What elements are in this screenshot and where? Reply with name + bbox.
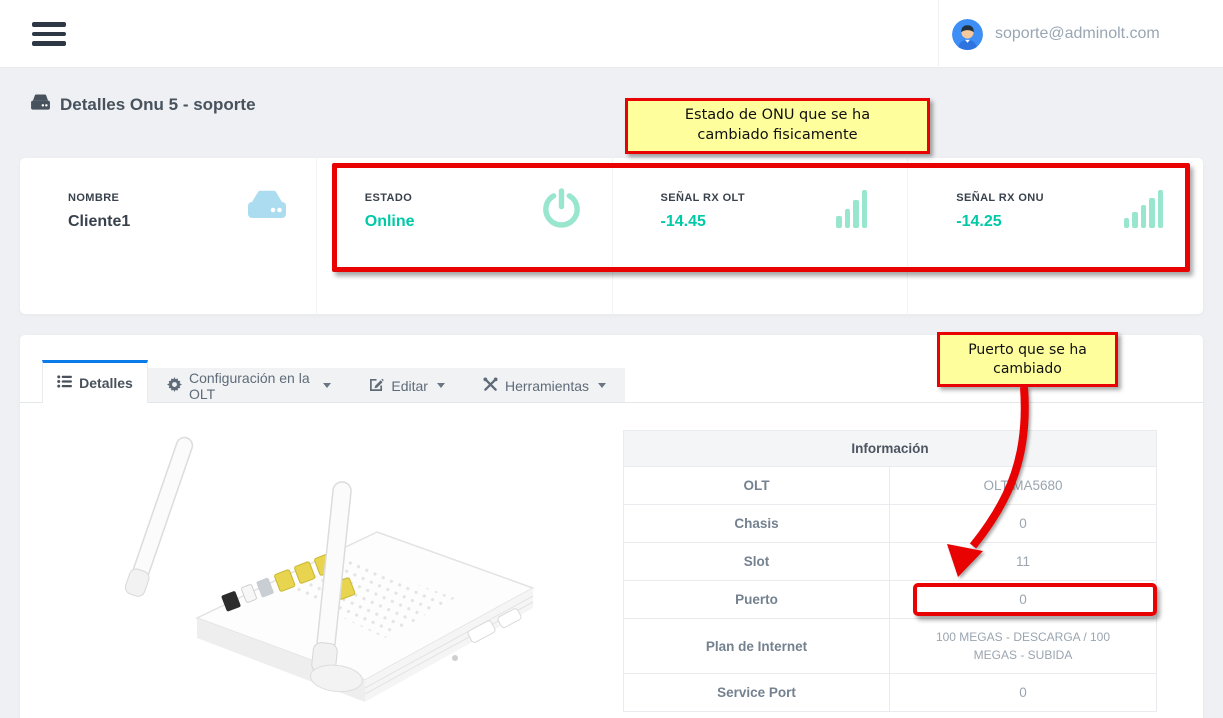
user-menu[interactable]: soporte@adminolt.com xyxy=(952,0,1160,68)
row-label: Service Port xyxy=(624,674,890,711)
onu-details-page: soporte@adminolt.com Detalles Onu 5 - so… xyxy=(0,0,1223,718)
page-title: Detalles Onu 5 - soporte xyxy=(60,95,256,115)
tab-label: Detalles xyxy=(79,375,133,391)
row-label: OLT xyxy=(624,467,890,504)
stat-nombre: NOMBRE Cliente1 xyxy=(20,158,316,314)
gear-icon xyxy=(167,377,182,395)
table-row-puerto: Puerto 0 xyxy=(624,581,1156,619)
tab-bottom-border xyxy=(20,402,1203,403)
stat-senal-rx-onu: SEÑAL RX ONU -14.25 xyxy=(907,158,1203,314)
server-icon xyxy=(30,94,51,116)
tab-label: Configuración en la OLT xyxy=(189,370,314,402)
row-label: Slot xyxy=(624,543,890,580)
note-line: Estado de ONU que se ha xyxy=(628,106,927,126)
navbar-divider xyxy=(938,0,939,68)
informacion-table: Información OLT OLT MA5680 Chasis 0 Slot… xyxy=(623,430,1157,712)
chevron-down-icon xyxy=(323,383,331,388)
table-row-chasis: Chasis 0 xyxy=(624,505,1156,543)
tab-editar[interactable]: Editar xyxy=(350,368,464,403)
rx-onu-value: -14.25 xyxy=(956,213,1203,231)
row-label: Chasis xyxy=(624,505,890,542)
menu-toggle-icon[interactable] xyxy=(32,22,66,47)
rx-olt-value: -14.45 xyxy=(661,213,908,231)
table-row-olt: OLT OLT MA5680 xyxy=(624,467,1156,505)
avatar xyxy=(952,19,983,50)
edit-icon xyxy=(369,377,384,395)
chevron-down-icon xyxy=(598,383,606,388)
row-value: 11 xyxy=(890,543,1156,580)
tab-herramientas[interactable]: Herramientas xyxy=(464,368,625,403)
signal-bars-icon xyxy=(1124,190,1164,228)
row-value: 0 xyxy=(890,505,1156,542)
tools-icon xyxy=(483,377,498,395)
tab-strip: Configuración en la OLT Editar xyxy=(148,368,625,403)
table-row-slot: Slot 11 xyxy=(624,543,1156,581)
estado-annotation-note: Estado de ONU que se ha cambiado fisicam… xyxy=(625,98,930,154)
onu-router-image xyxy=(125,420,540,718)
row-value: 100 MEGAS - DESCARGA / 100 MEGAS - SUBID… xyxy=(890,619,1156,673)
stat-estado: ESTADO Online xyxy=(316,158,612,314)
table-header: Información xyxy=(624,431,1156,467)
table-row-plan: Plan de Internet 100 MEGAS - DESCARGA / … xyxy=(624,619,1156,674)
puerto-annotation-note: Puerto que se ha cambiado xyxy=(937,332,1118,387)
table-row-service-port: Service Port 0 xyxy=(624,674,1156,712)
tab-configuracion-olt[interactable]: Configuración en la OLT xyxy=(148,368,350,403)
row-label: Plan de Internet xyxy=(624,619,890,673)
status-card: NOMBRE Cliente1 ESTADO Online xyxy=(20,158,1203,314)
note-line: Puerto que se ha xyxy=(940,341,1115,360)
signal-bars-icon xyxy=(836,190,867,228)
list-icon xyxy=(57,375,72,391)
note-line: cambiado xyxy=(940,360,1115,379)
tab-label: Editar xyxy=(391,378,428,394)
top-navbar: soporte@adminolt.com xyxy=(0,0,1223,68)
power-icon xyxy=(540,188,586,234)
note-line: cambiado fisicamente xyxy=(628,126,927,146)
user-email: soporte@adminolt.com xyxy=(995,25,1160,43)
stat-label: SEÑAL RX ONU xyxy=(956,192,1203,204)
tab-label: Herramientas xyxy=(505,378,589,394)
tab-detalles[interactable]: Detalles xyxy=(42,360,148,403)
stat-label: SEÑAL RX OLT xyxy=(661,192,908,204)
row-value: 0 xyxy=(890,581,1156,618)
stat-senal-rx-olt: SEÑAL RX OLT -14.45 xyxy=(612,158,908,314)
row-value: OLT MA5680 xyxy=(890,467,1156,504)
chevron-down-icon xyxy=(437,383,445,388)
row-label: Puerto xyxy=(624,581,890,618)
onu-device-icon xyxy=(244,188,290,234)
row-value: 0 xyxy=(890,674,1156,711)
